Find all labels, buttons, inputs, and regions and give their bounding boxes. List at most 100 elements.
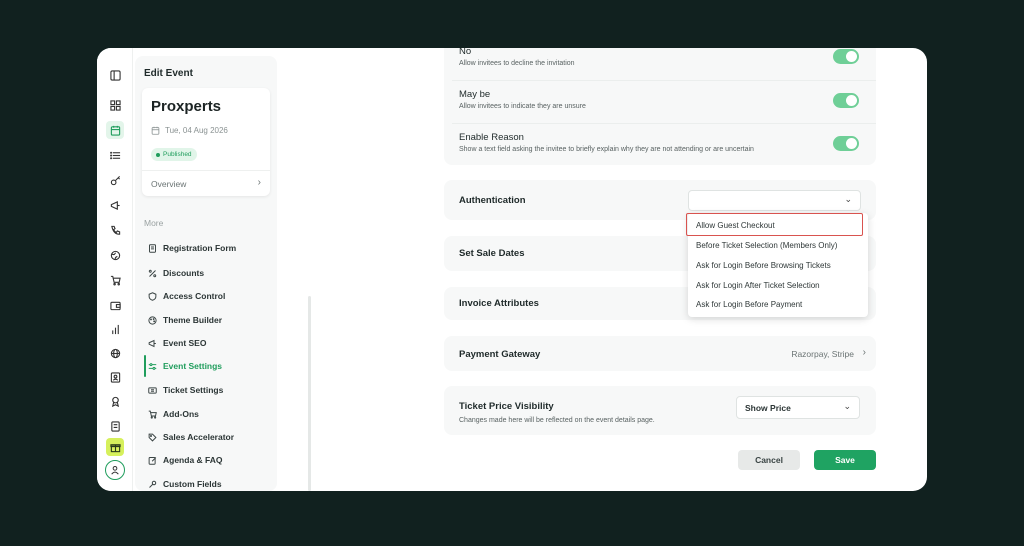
app-window: Edit Event Proxperts Tue, 04 Aug 2026 Pu… bbox=[97, 48, 927, 491]
globe-icon[interactable] bbox=[106, 344, 124, 362]
rsvp-maybe-desc: Allow invitees to indicate they are unsu… bbox=[459, 103, 586, 110]
menu-item-ticket-settings[interactable]: Ticket Settings bbox=[148, 383, 223, 397]
option-login-after-selection[interactable]: Ask for Login After Ticket Selection bbox=[696, 281, 820, 290]
shield-icon bbox=[148, 291, 157, 301]
menu-item-label: Add-Ons bbox=[163, 409, 199, 419]
option-login-before-payment[interactable]: Ask for Login Before Payment bbox=[696, 300, 802, 309]
palette-icon bbox=[148, 315, 157, 325]
menu-item-event-settings[interactable]: Event Settings bbox=[148, 359, 222, 373]
user-avatar-icon[interactable] bbox=[105, 460, 125, 480]
menu-item-agenda-faq[interactable]: Agenda & FAQ bbox=[148, 453, 223, 467]
bar-chart-icon[interactable] bbox=[106, 320, 124, 338]
enable-reason-desc: Show a text field asking the invitee to … bbox=[459, 146, 754, 153]
menu-item-custom-fields[interactable]: Custom Fields bbox=[148, 477, 222, 491]
sidebar-toggle-icon[interactable] bbox=[106, 66, 124, 84]
gift-icon[interactable] bbox=[106, 438, 124, 456]
cart-icon bbox=[148, 410, 157, 419]
option-before-ticket-selection[interactable]: Before Ticket Selection (Members Only) bbox=[696, 241, 837, 250]
menu-item-label: Event SEO bbox=[163, 338, 207, 348]
panel-title: Edit Event bbox=[144, 68, 193, 79]
ticket-price-visibility-card: Ticket Price Visibility Changes made her… bbox=[444, 386, 876, 435]
menu-item-access-control[interactable]: Access Control bbox=[148, 289, 225, 303]
menu-item-label: Ticket Settings bbox=[163, 385, 224, 395]
chevron-right-icon[interactable]: › bbox=[863, 347, 866, 358]
chevron-right-icon[interactable]: › bbox=[258, 177, 261, 188]
menu-item-add-ons[interactable]: Add-Ons bbox=[148, 407, 199, 421]
menu-item-label: Registration Form bbox=[163, 243, 237, 253]
ticket-price-visibility-select[interactable]: Show Price ⌄ bbox=[736, 396, 860, 419]
ticket-price-visibility-title: Ticket Price Visibility bbox=[459, 401, 554, 412]
icon-rail bbox=[97, 48, 133, 491]
event-name: Proxperts bbox=[151, 98, 222, 115]
authentication-title: Authentication bbox=[459, 195, 526, 206]
status-badge: Published bbox=[151, 148, 197, 161]
list-icon[interactable] bbox=[106, 146, 124, 164]
invoice-attributes-title: Invoice Attributes bbox=[459, 298, 539, 309]
more-section-label: More bbox=[144, 218, 164, 228]
edit-event-panel: Edit Event Proxperts Tue, 04 Aug 2026 Pu… bbox=[135, 56, 311, 491]
enable-reason-toggle[interactable] bbox=[833, 136, 859, 151]
option-login-before-browsing[interactable]: Ask for Login Before Browsing Tickets bbox=[696, 261, 831, 270]
status-badge-label: Published bbox=[163, 151, 192, 158]
panel-scrollbar[interactable] bbox=[308, 296, 311, 491]
menu-item-theme-builder[interactable]: Theme Builder bbox=[148, 313, 222, 327]
document-icon[interactable] bbox=[106, 417, 124, 435]
sliders-icon bbox=[148, 362, 157, 370]
contacts-icon[interactable] bbox=[106, 368, 124, 386]
rsvp-settings-card: No Allow invitees to decline the invitat… bbox=[444, 48, 876, 165]
menu-item-label: Sales Accelerator bbox=[163, 432, 235, 442]
chevron-down-icon[interactable]: ⌄ bbox=[844, 194, 852, 205]
menu-item-label: Discounts bbox=[163, 268, 205, 278]
ticket-icon bbox=[148, 386, 157, 394]
row-divider bbox=[452, 80, 876, 81]
payment-gateway-value: Razorpay, Stripe bbox=[791, 349, 854, 359]
rsvp-maybe-toggle[interactable] bbox=[833, 93, 859, 108]
set-sale-dates-title: Set Sale Dates bbox=[459, 248, 525, 259]
menu-item-sales-accelerator[interactable]: Sales Accelerator bbox=[148, 430, 234, 444]
award-icon[interactable] bbox=[106, 392, 124, 410]
ticket-price-visibility-desc: Changes made here will be reflected on t… bbox=[459, 417, 655, 424]
events-icon[interactable] bbox=[106, 121, 124, 139]
option-allow-guest-checkout[interactable]: Allow Guest Checkout bbox=[696, 221, 775, 230]
key-icon[interactable] bbox=[106, 171, 124, 189]
enable-reason-title: Enable Reason bbox=[459, 132, 524, 143]
menu-item-label: Access Control bbox=[163, 291, 226, 301]
save-button[interactable]: Save bbox=[814, 450, 876, 470]
megaphone-icon bbox=[148, 339, 156, 347]
event-date: Tue, 04 Aug 2026 bbox=[151, 126, 228, 135]
megaphone-rail-icon[interactable] bbox=[106, 196, 124, 214]
dashboard-icon[interactable] bbox=[106, 96, 124, 114]
menu-item-discounts[interactable]: Discounts bbox=[148, 266, 204, 280]
phone-icon[interactable] bbox=[106, 221, 124, 239]
rsvp-maybe-title: May be bbox=[459, 89, 491, 100]
authentication-select[interactable]: ⌄ bbox=[688, 190, 861, 211]
cancel-button[interactable]: Cancel bbox=[738, 450, 800, 470]
overview-link[interactable]: Overview bbox=[151, 179, 186, 189]
menu-item-label: Theme Builder bbox=[163, 315, 223, 325]
menu-item-event-seo[interactable]: Event SEO bbox=[148, 336, 206, 350]
chevron-down-icon[interactable]: ⌄ bbox=[843, 401, 851, 412]
form-icon bbox=[149, 243, 156, 253]
tag-icon bbox=[148, 433, 157, 442]
globe-alt-icon[interactable] bbox=[106, 246, 124, 264]
rsvp-no-title: No bbox=[459, 48, 472, 57]
menu-item-label: Agenda & FAQ bbox=[163, 455, 223, 465]
payment-gateway-card[interactable]: Payment Gateway Razorpay, Stripe › bbox=[444, 336, 876, 371]
edit-icon bbox=[148, 456, 157, 465]
wrench-icon bbox=[149, 480, 157, 488]
menu-item-label: Event Settings bbox=[163, 361, 223, 371]
rsvp-no-toggle[interactable] bbox=[833, 49, 859, 64]
payment-gateway-title: Payment Gateway bbox=[459, 349, 541, 360]
event-summary-card: Proxperts Tue, 04 Aug 2026 Published Ove… bbox=[142, 88, 270, 196]
menu-item-registration-form[interactable]: Registration Form bbox=[148, 241, 236, 255]
calendar-icon bbox=[151, 126, 160, 135]
select-value: Show Price bbox=[745, 403, 791, 413]
cart-rail-icon[interactable] bbox=[106, 271, 124, 289]
menu-item-label: Custom Fields bbox=[163, 479, 222, 489]
authentication-dropdown: Allow Guest Checkout Before Ticket Selec… bbox=[686, 213, 868, 317]
percent-icon bbox=[148, 269, 157, 277]
wallet-icon[interactable] bbox=[106, 296, 124, 314]
status-dot-icon bbox=[156, 152, 160, 157]
card-divider bbox=[142, 170, 270, 171]
rsvp-no-desc: Allow invitees to decline the invitation bbox=[459, 60, 575, 67]
